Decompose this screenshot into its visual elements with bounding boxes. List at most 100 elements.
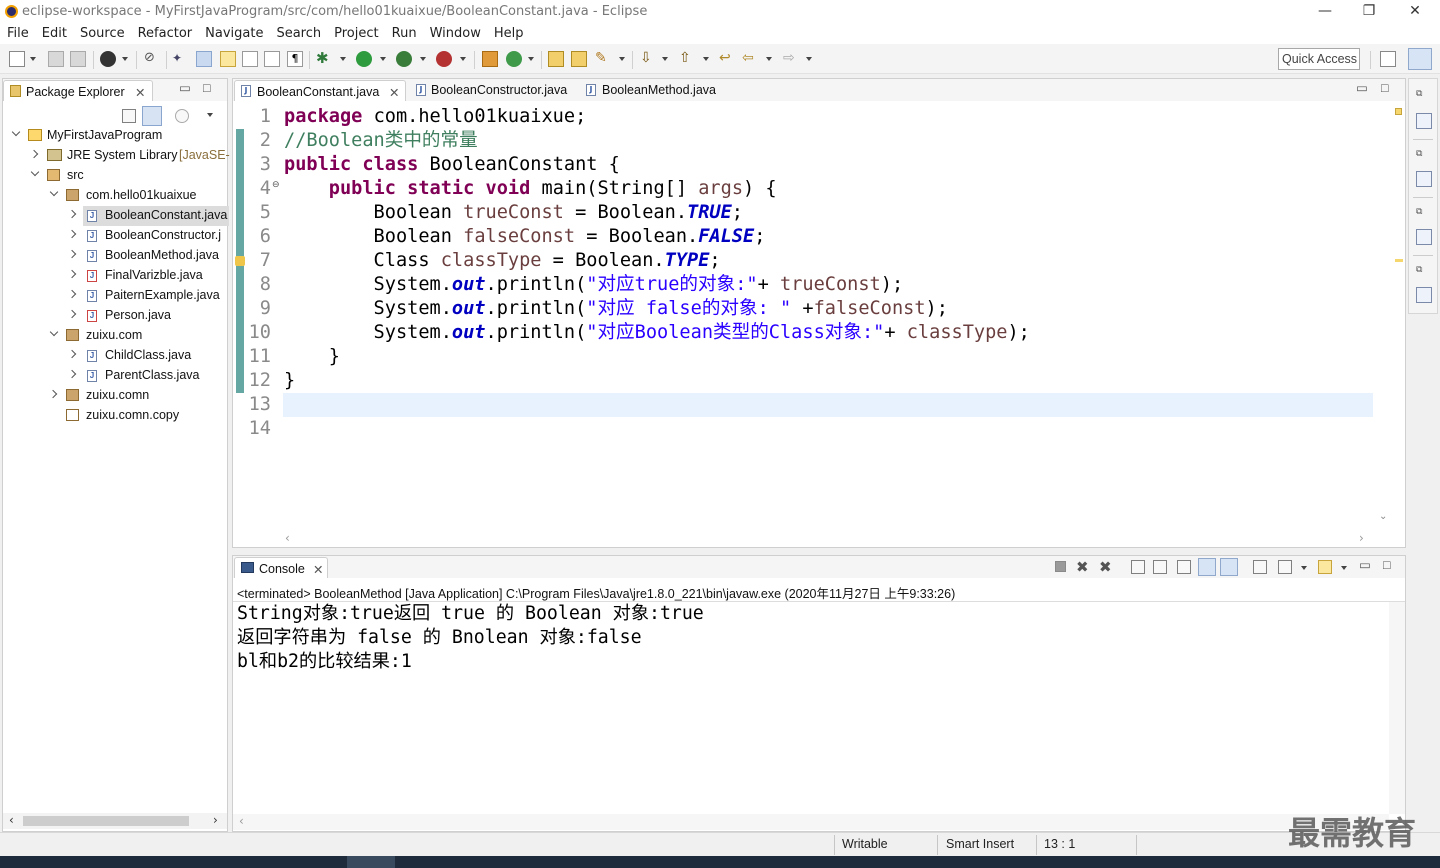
quick-access-input[interactable]: Quick Access [1278,48,1360,70]
restore-button[interactable]: ❐ [1346,0,1392,24]
open-type-folder-icon[interactable] [548,51,564,67]
scroll-lock-icon[interactable] [1153,560,1167,574]
word-wrap-icon[interactable] [1177,560,1191,574]
focus-task-icon[interactable] [175,109,189,123]
tree-item-booleanconstant[interactable]: J BooleanConstant.java [3,206,229,226]
coverage-icon[interactable] [396,51,412,67]
code-area[interactable]: package com.hello01kuaixue; //Boolean类中的… [284,105,1374,485]
scroll-left-icon[interactable]: ‹ [285,531,290,545]
close-tab-icon[interactable]: ✕ [389,85,399,100]
maximize-editor-icon[interactable]: □ [1381,81,1389,95]
restore-stack-icon[interactable]: ⧉ [1416,149,1432,165]
tree-item-src[interactable]: src [3,166,227,186]
collapsed-arrow-icon[interactable] [67,349,77,359]
menu-project[interactable]: Project [327,24,384,43]
run-icon[interactable] [356,51,372,67]
new-java-class-icon[interactable] [506,51,522,67]
java-perspective-icon[interactable] [1408,48,1432,70]
close-console-icon[interactable]: ✕ [313,562,323,577]
collapsed-arrow-icon[interactable] [67,249,77,259]
tree-item-package-zuixu-comn[interactable]: zuixu.comn [3,386,227,406]
search-dropdown-icon[interactable] [619,57,625,61]
open-console-dropdown-icon[interactable] [1341,566,1347,570]
menu-window[interactable]: Window [423,24,487,43]
maximize-view-icon[interactable]: □ [203,81,211,95]
console-output[interactable]: String对象:true返回 true 的 Boolean 对象:true 返… [237,602,1387,674]
back-icon[interactable]: ⇦ [742,51,758,67]
menu-file[interactable]: File [0,24,35,43]
remove-all-terminated-icon[interactable]: ✖ [1099,558,1112,576]
show-console-stdout-icon[interactable] [1198,558,1216,576]
collapsed-arrow-icon[interactable] [67,269,77,279]
open-console-icon[interactable] [1318,560,1332,574]
new-class-dropdown-icon[interactable] [528,57,534,61]
restore-stack-icon[interactable]: ⧉ [1416,207,1432,223]
terminate-icon[interactable] [1055,561,1066,572]
expand-arrow-icon[interactable] [11,127,21,137]
menu-edit[interactable]: Edit [35,24,73,43]
view-menu-icon[interactable] [207,113,213,117]
minimize-button[interactable]: — [1302,0,1348,24]
console-tab[interactable]: Console ✕ [234,557,328,578]
scroll-right-icon[interactable]: › [213,813,218,827]
forward-icon[interactable]: ⇨ [783,51,799,67]
clear-console-icon[interactable] [1131,560,1145,574]
tree-item-parentclass[interactable]: J ParentClass.java [3,366,227,386]
editor-tab-booleanconstructor[interactable]: BooleanConstructor.java [431,83,567,97]
display-selected-console-icon[interactable] [1278,560,1292,574]
editor-tab-booleanconstant[interactable]: J BooleanConstant.java ✕ [234,80,406,101]
open-task-icon[interactable] [571,51,587,67]
menu-help[interactable]: Help [487,24,530,43]
taskbar-app-item[interactable] [347,856,395,868]
mark-occurrences-icon[interactable] [196,51,212,67]
account-dropdown-icon[interactable] [122,57,128,61]
scroll-thumb[interactable] [23,816,189,826]
save-all-icon[interactable] [70,51,86,67]
last-edit-location-icon[interactable]: ↩ [719,51,735,67]
maximize-console-icon[interactable]: □ [1383,558,1391,572]
scroll-down-icon[interactable]: ⌄ [1379,511,1387,522]
tree-item-booleanmethod[interactable]: J BooleanMethod.java [3,246,227,266]
open-perspective-icon[interactable] [1380,51,1396,67]
account-icon[interactable] [100,51,116,67]
menu-navigate[interactable]: Navigate [198,24,269,43]
tree-item-person[interactable]: J Person.java [3,306,227,326]
console-horizontal-scrollbar[interactable]: ‹ [233,814,1389,830]
fold-collapse-icon[interactable]: ⊖ [272,180,280,190]
collapsed-arrow-icon[interactable] [67,209,77,219]
tree-item-finalvarizble[interactable]: J FinalVarizble.java [3,266,227,286]
problems-icon[interactable] [1416,229,1432,245]
scroll-right-icon[interactable]: › [1359,531,1364,545]
expand-arrow-icon[interactable] [49,327,59,337]
pilcrow-icon[interactable]: ¶ [287,51,303,67]
console-vertical-scrollbar[interactable] [1389,602,1405,814]
show-whitespace-icon[interactable] [242,51,258,67]
collapsed-arrow-icon[interactable] [67,229,77,239]
collapsed-arrow-icon[interactable] [29,149,39,159]
menu-refactor[interactable]: Refactor [131,24,199,43]
external-tools-icon[interactable] [436,51,452,67]
outline-icon[interactable] [1416,113,1432,129]
editor-tab-booleanmethod[interactable]: BooleanMethod.java [602,83,716,97]
tree-item-jre[interactable]: JRE System Library [JavaSE- [3,146,230,166]
scroll-left-icon[interactable]: ‹ [239,814,244,828]
editor-horizontal-scrollbar[interactable]: ‹ › [283,531,1373,547]
close-view-icon[interactable]: ✕ [135,85,145,100]
new-icon[interactable] [9,51,25,67]
link-with-editor-icon[interactable] [142,106,162,126]
task-list-icon[interactable] [1416,171,1432,187]
display-console-dropdown-icon[interactable] [1301,566,1307,570]
toggle-block-icon[interactable] [220,51,236,67]
menu-source[interactable]: Source [73,24,131,43]
collapsed-arrow-icon[interactable] [48,389,58,399]
tree-item-project[interactable]: MyFirstJavaProgram [3,126,227,146]
run-dropdown-icon[interactable] [380,57,386,61]
next-annotation-dropdown-icon[interactable] [662,57,668,61]
search-icon[interactable]: ✎ [595,51,611,67]
debug-icon[interactable]: ✱ [316,51,332,67]
scroll-left-icon[interactable]: ‹ [9,813,14,827]
tree-item-childclass[interactable]: J ChildClass.java [3,346,227,366]
collapsed-arrow-icon[interactable] [67,309,77,319]
skip-breakpoints-icon[interactable]: ⊘ [144,51,160,67]
previous-annotation-icon[interactable]: ⇧ [679,51,695,67]
